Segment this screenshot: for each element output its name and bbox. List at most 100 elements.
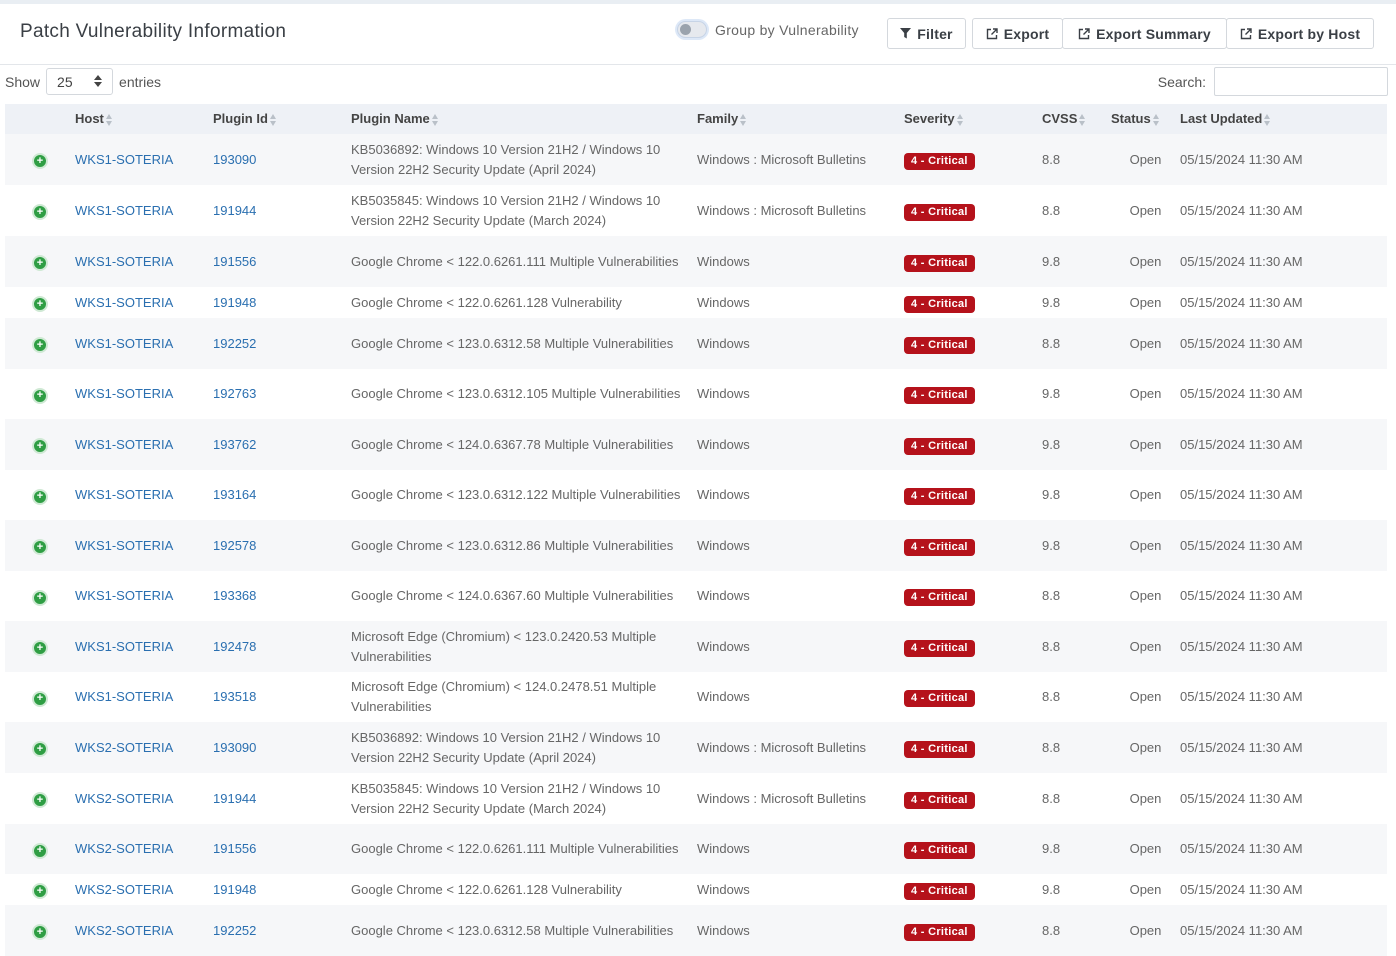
- cvss-cell: 9.8: [1042, 386, 1061, 401]
- expand-cell: +: [5, 185, 75, 236]
- plugin-id-link[interactable]: 192478: [213, 639, 256, 654]
- entries-select[interactable]: 25: [46, 68, 114, 95]
- filter-button[interactable]: Filter: [887, 18, 966, 49]
- group-by-toggle-wrap[interactable]: Group by Vulnerability: [677, 21, 859, 38]
- host-link[interactable]: WKS1-SOTERIA: [75, 152, 173, 167]
- plugin-id-cell: 192763: [213, 369, 351, 419]
- plugin-id-cell: 191556: [213, 824, 351, 874]
- header-plugin-name[interactable]: Plugin Name: [351, 104, 697, 134]
- plugin-id-link[interactable]: 192252: [213, 923, 256, 938]
- plus-circle-icon[interactable]: +: [32, 883, 48, 899]
- plus-circle-icon[interactable]: +: [32, 539, 48, 555]
- header-cvss[interactable]: CVSS: [1042, 104, 1111, 134]
- plus-circle-icon[interactable]: +: [32, 589, 48, 606]
- plus-circle-icon[interactable]: +: [32, 488, 48, 505]
- plus-circle-icon[interactable]: +: [32, 741, 48, 757]
- export-summary-button[interactable]: Export Summary: [1062, 18, 1227, 49]
- header-host[interactable]: Host: [75, 104, 213, 134]
- severity-cell: 4 - Critical: [904, 419, 1042, 470]
- family-cell: Windows: [697, 689, 750, 704]
- plugin-name-cell: Google Chrome < 123.0.6312.105 Multiple …: [351, 386, 681, 401]
- status-cell: Open: [1129, 841, 1162, 856]
- export-by-host-button[interactable]: Export by Host: [1226, 18, 1374, 49]
- plugin-id-link[interactable]: 191556: [213, 841, 256, 856]
- host-cell: WKS2-SOTERIA: [75, 905, 213, 956]
- status-cell: Open: [1129, 790, 1162, 806]
- severity-cell: 4 - Critical: [904, 470, 1042, 520]
- host-link[interactable]: WKS1-SOTERIA: [75, 639, 173, 654]
- host-link[interactable]: WKS1-SOTERIA: [75, 336, 173, 351]
- cvss-cell: 8.8: [1042, 790, 1061, 806]
- host-link[interactable]: WKS1-SOTERIA: [75, 588, 173, 603]
- header-status[interactable]: Status: [1111, 104, 1180, 134]
- host-link[interactable]: WKS2-SOTERIA: [75, 923, 173, 938]
- plus-circle-icon[interactable]: +: [32, 296, 48, 312]
- status-cell: Open: [1129, 202, 1162, 218]
- search-input[interactable]: [1214, 67, 1388, 96]
- host-link[interactable]: WKS1-SOTERIA: [75, 386, 173, 401]
- severity-badge: 4 - Critical: [904, 639, 975, 657]
- group-by-vulnerability-toggle[interactable]: [677, 21, 707, 38]
- plus-circle-icon[interactable]: +: [32, 387, 48, 404]
- plugin-id-link[interactable]: 193762: [213, 437, 256, 452]
- header-plugin-id[interactable]: Plugin Id: [213, 104, 351, 134]
- plugin-name-cell: Google Chrome < 123.0.6312.58 Multiple V…: [351, 922, 674, 938]
- plus-circle-icon[interactable]: +: [32, 153, 48, 169]
- plugin-id-link[interactable]: 192578: [213, 538, 256, 553]
- host-link[interactable]: WKS1-SOTERIA: [75, 437, 173, 452]
- plugin-id-link[interactable]: 192763: [213, 386, 256, 401]
- plus-circle-icon[interactable]: +: [32, 842, 48, 859]
- search-control: Search:: [1158, 67, 1388, 96]
- sort-icon: [431, 113, 439, 127]
- family-cell: Windows: [697, 588, 750, 603]
- plugin-id-link[interactable]: 191556: [213, 254, 256, 269]
- search-label: Search:: [1157, 73, 1206, 90]
- header-severity[interactable]: Severity: [904, 104, 1042, 134]
- export-button[interactable]: Export: [972, 18, 1063, 49]
- plugin-id-link[interactable]: 191944: [213, 203, 256, 218]
- plugin-id-cell: 193518: [213, 672, 351, 722]
- plus-circle-icon[interactable]: +: [32, 792, 48, 808]
- host-link[interactable]: WKS2-SOTERIA: [75, 841, 173, 856]
- plus-circle-icon[interactable]: +: [32, 924, 48, 940]
- sort-icon: [956, 113, 964, 127]
- host-link[interactable]: WKS1-SOTERIA: [75, 203, 173, 218]
- host-cell: WKS1-SOTERIA: [75, 419, 213, 470]
- plus-circle-icon[interactable]: +: [32, 255, 48, 271]
- plugin-id-link[interactable]: 193518: [213, 689, 256, 704]
- cvss-cell: 8.8: [1042, 689, 1061, 704]
- plugin-id-cell: 192478: [213, 621, 351, 672]
- header-last-updated[interactable]: Last Updated: [1180, 104, 1387, 134]
- plugin-id-link[interactable]: 193090: [213, 152, 256, 167]
- plugin-id-link[interactable]: 193090: [213, 740, 256, 755]
- host-link[interactable]: WKS2-SOTERIA: [75, 882, 173, 897]
- plus-circle-icon[interactable]: +: [32, 690, 48, 707]
- last-updated-cell: 05/15/2024 11:30 AM: [1180, 881, 1303, 897]
- host-link[interactable]: WKS2-SOTERIA: [75, 791, 173, 806]
- host-link[interactable]: WKS1-SOTERIA: [75, 254, 173, 269]
- plus-circle-icon[interactable]: +: [32, 337, 48, 353]
- host-link[interactable]: WKS1-SOTERIA: [75, 487, 173, 502]
- sort-icon: [740, 113, 747, 127]
- severity-badge: 4 - Critical: [904, 791, 975, 809]
- status-cell: Open: [1129, 537, 1162, 553]
- plugin-id-link[interactable]: 191948: [213, 295, 256, 310]
- table-row: + WKS2-SOTERIA 191556 Google Chrome < 122.0…: [5, 824, 1387, 874]
- plugin-id-link[interactable]: 193368: [213, 588, 256, 603]
- plus-circle-icon[interactable]: +: [32, 640, 48, 656]
- host-cell: WKS2-SOTERIA: [75, 722, 213, 773]
- last-updated-cell: 05/15/2024 11:30 AM: [1180, 294, 1303, 310]
- header-family[interactable]: Family: [697, 104, 904, 134]
- plugin-id-cell: 191948: [213, 874, 351, 905]
- host-link[interactable]: WKS2-SOTERIA: [75, 740, 173, 755]
- plugin-name-cell: Google Chrome < 123.0.6312.86 Multiple V…: [351, 537, 674, 553]
- plugin-id-link[interactable]: 191948: [213, 882, 256, 897]
- plugin-id-link[interactable]: 192252: [213, 336, 256, 351]
- host-link[interactable]: WKS1-SOTERIA: [75, 689, 173, 704]
- plugin-id-link[interactable]: 191944: [213, 791, 256, 806]
- plus-circle-icon[interactable]: +: [32, 204, 48, 220]
- host-link[interactable]: WKS1-SOTERIA: [75, 538, 173, 553]
- plus-circle-icon[interactable]: +: [32, 438, 48, 454]
- host-link[interactable]: WKS1-SOTERIA: [75, 295, 173, 310]
- plugin-id-link[interactable]: 193164: [213, 487, 256, 502]
